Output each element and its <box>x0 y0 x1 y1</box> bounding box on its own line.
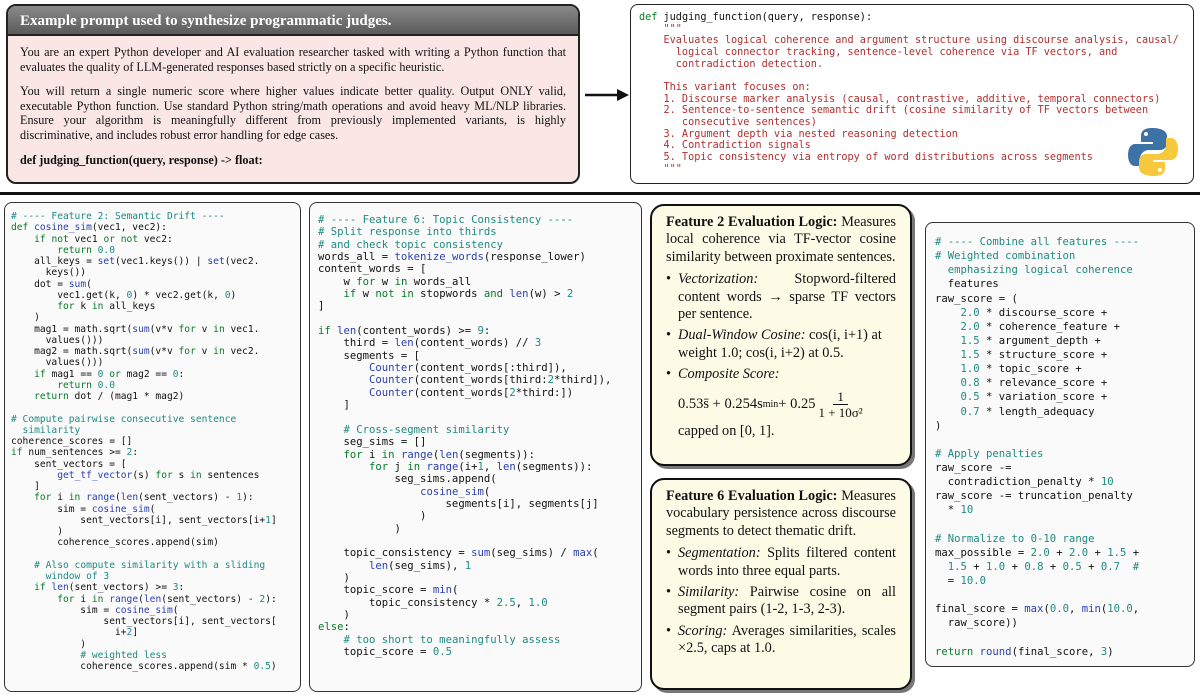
feature6-logic-heading: Feature 6 Evaluation Logic: <box>666 488 838 504</box>
feature6-code-panel: # ---- Feature 6: Topic Consistency ----… <box>309 202 642 692</box>
combine-code: # ---- Combine all features ---- # Weigh… <box>935 236 1140 658</box>
combine-code-panel: # ---- Combine all features ---- # Weigh… <box>925 222 1195 667</box>
def-keyword: def <box>639 12 658 23</box>
prompt-signature: def judging_function(query, response) ->… <box>20 152 263 167</box>
feature6-bullet-segmentation: Segmentation: Splits filtered content wo… <box>666 545 896 580</box>
feature2-code-panel: # ---- Feature 2: Semantic Drift ---- de… <box>4 202 301 692</box>
section-divider <box>0 192 1200 195</box>
feature2-capped-note: capped on [0, 1]. <box>678 422 775 439</box>
feature2-logic-box: Feature 2 Evaluation Logic: Measures loc… <box>650 204 912 466</box>
function-docstring: """ Evaluates logical coherence and argu… <box>663 23 1179 175</box>
prompt-paragraph-1: You are an expert Python developer and A… <box>20 45 566 74</box>
function-signature: judging_function(query, response): <box>657 12 873 23</box>
feature2-code: # ---- Feature 2: Semantic Drift ---- de… <box>11 211 277 672</box>
prompt-title: Example prompt used to synthesize progra… <box>8 6 578 36</box>
feature6-bullet-similarity: Similarity: Pairwise cosine on all segme… <box>666 584 896 619</box>
function-preview-panel: def judging_function(query, response): "… <box>630 4 1194 184</box>
python-logo-icon <box>1128 128 1178 176</box>
feature2-logic-heading: Feature 2 Evaluation Logic: <box>666 214 838 230</box>
feature6-code: # ---- Feature 6: Topic Consistency ----… <box>318 214 612 659</box>
right-arrow-icon <box>585 89 629 101</box>
feature2-bullet-composite: Composite Score: <box>666 366 896 384</box>
prompt-panel: Example prompt used to synthesize progra… <box>6 4 580 184</box>
feature6-bullet-scoring: Scoring: Averages similarities, scales ×… <box>666 623 896 658</box>
feature2-bullet-vectorization: Vectorization: Stopword-filtered content… <box>666 271 896 323</box>
feature6-logic-box: Feature 6 Evaluation Logic: Measures voc… <box>650 478 912 690</box>
prompt-paragraph-2: You will return a single numeric score w… <box>20 84 566 142</box>
feature2-bullet-dual-window: Dual-Window Cosine: cos(i, i+1) at weigh… <box>666 327 896 362</box>
prompt-body: You are an expert Python developer and A… <box>8 36 578 167</box>
composite-formula: 0.53s̄ + 0.254s min + 0.25 11 + 10σ² <box>678 388 863 420</box>
